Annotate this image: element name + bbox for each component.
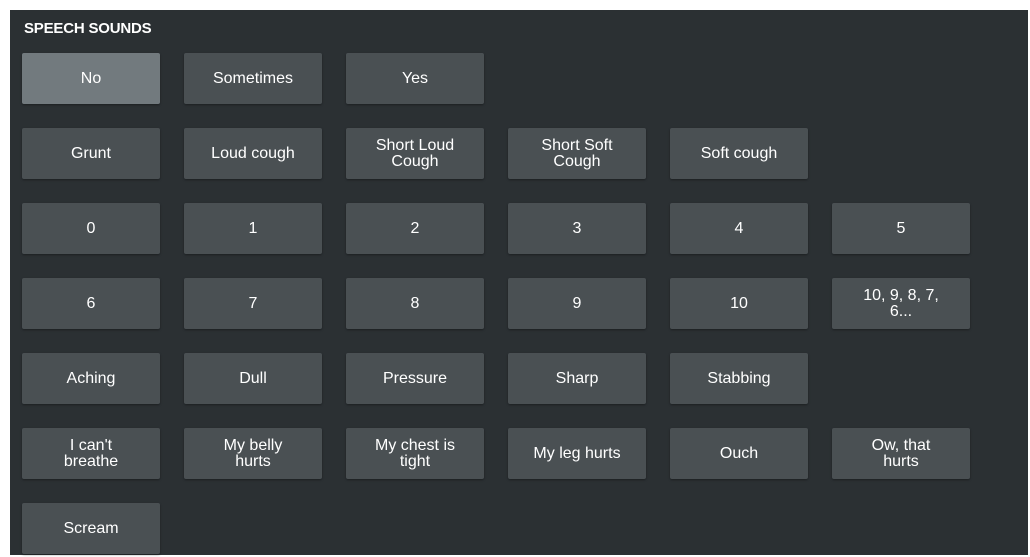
chest-tight-button[interactable]: My chest is tight [346, 428, 484, 479]
speech-sounds-panel: SPEECH SOUNDS No Sometimes Yes Grunt Lou… [10, 10, 1028, 555]
number-3-button[interactable]: 3 [508, 203, 646, 254]
row-scream: Scream [22, 503, 970, 554]
number-6-button[interactable]: 6 [22, 278, 160, 329]
grunt-button[interactable]: Grunt [22, 128, 160, 179]
loud-cough-button[interactable]: Loud cough [184, 128, 322, 179]
number-8-button[interactable]: 8 [346, 278, 484, 329]
short-soft-cough-button[interactable]: Short Soft Cough [508, 128, 646, 179]
row-answers: No Sometimes Yes [22, 53, 970, 104]
sometimes-button[interactable]: Sometimes [184, 53, 322, 104]
belly-hurts-button[interactable]: My belly hurts [184, 428, 322, 479]
aching-button[interactable]: Aching [22, 353, 160, 404]
number-1-button[interactable]: 1 [184, 203, 322, 254]
number-7-button[interactable]: 7 [184, 278, 322, 329]
number-10-button[interactable]: 10 [670, 278, 808, 329]
number-0-button[interactable]: 0 [22, 203, 160, 254]
sound-button-grid: No Sometimes Yes Grunt Loud cough Short … [22, 53, 970, 554]
ow-that-hurts-button[interactable]: Ow, that hurts [832, 428, 970, 479]
number-9-button[interactable]: 9 [508, 278, 646, 329]
dull-button[interactable]: Dull [184, 353, 322, 404]
sharp-button[interactable]: Sharp [508, 353, 646, 404]
soft-cough-button[interactable]: Soft cough [670, 128, 808, 179]
number-5-button[interactable]: 5 [832, 203, 970, 254]
row-numbers-6-10: 6 7 8 9 10 10, 9, 8, 7, 6... [22, 278, 970, 329]
cant-breathe-button[interactable]: I can't breathe [22, 428, 160, 479]
short-loud-cough-button[interactable]: Short Loud Cough [346, 128, 484, 179]
no-button[interactable]: No [22, 53, 160, 104]
number-4-button[interactable]: 4 [670, 203, 808, 254]
stabbing-button[interactable]: Stabbing [670, 353, 808, 404]
leg-hurts-button[interactable]: My leg hurts [508, 428, 646, 479]
ouch-button[interactable]: Ouch [670, 428, 808, 479]
row-phrases: I can't breathe My belly hurts My chest … [22, 428, 970, 479]
row-pain-types: Aching Dull Pressure Sharp Stabbing [22, 353, 970, 404]
panel-title: SPEECH SOUNDS [24, 20, 152, 37]
number-2-button[interactable]: 2 [346, 203, 484, 254]
scream-button[interactable]: Scream [22, 503, 160, 554]
countdown-button[interactable]: 10, 9, 8, 7, 6... [832, 278, 970, 329]
row-numbers-0-5: 0 1 2 3 4 5 [22, 203, 970, 254]
pressure-button[interactable]: Pressure [346, 353, 484, 404]
row-coughs: Grunt Loud cough Short Loud Cough Short … [22, 128, 970, 179]
yes-button[interactable]: Yes [346, 53, 484, 104]
